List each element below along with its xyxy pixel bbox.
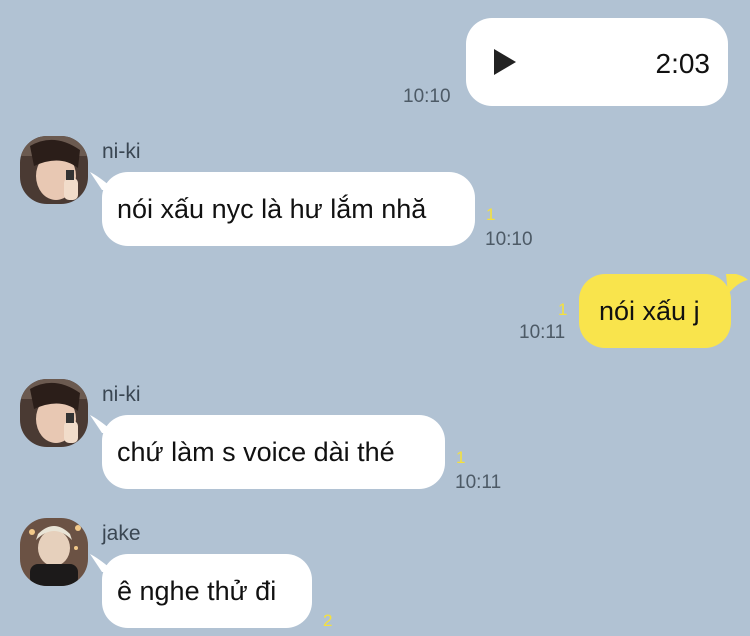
message-time: 10:10 <box>403 86 451 107</box>
avatar-ni-ki[interactable] <box>20 136 88 204</box>
play-icon[interactable] <box>494 49 516 75</box>
avatar-image <box>20 379 88 447</box>
unread-count: 1 <box>456 448 466 467</box>
message-time: 10:10 <box>485 229 533 250</box>
avatar-jake[interactable] <box>20 518 88 586</box>
message-time: 10:11 <box>519 322 566 343</box>
message-text: ê nghe thử đi <box>117 575 277 606</box>
message-bubble[interactable]: ê nghe thử đi <box>102 554 312 628</box>
message-bubble[interactable]: nói xấu nyc là hư lắm nhă <box>102 172 475 246</box>
message-bubble[interactable]: chứ làm s voice dài thé <box>102 415 445 489</box>
voice-message-bubble[interactable]: 2:03 <box>466 18 728 106</box>
message-bubble[interactable]: nói xấu j <box>579 274 731 348</box>
bubble-tail <box>726 274 748 294</box>
sender-name: jake <box>102 522 141 545</box>
avatar-image <box>20 136 88 204</box>
unread-count: 1 <box>486 205 496 224</box>
sender-name: ni-ki <box>102 383 141 406</box>
message-text: nói xấu nyc là hư lắm nhă <box>117 193 427 224</box>
message-text: chứ làm s voice dài thé <box>117 436 395 467</box>
message-text: nói xấu j <box>599 295 700 326</box>
unread-count: 1 <box>558 300 568 319</box>
unread-count: 2 <box>323 611 333 630</box>
avatar-image <box>20 518 88 586</box>
sender-name: ni-ki <box>102 140 141 163</box>
avatar-ni-ki[interactable] <box>20 379 88 447</box>
message-time: 10:11 <box>455 472 502 493</box>
voice-duration: 2:03 <box>655 48 711 79</box>
